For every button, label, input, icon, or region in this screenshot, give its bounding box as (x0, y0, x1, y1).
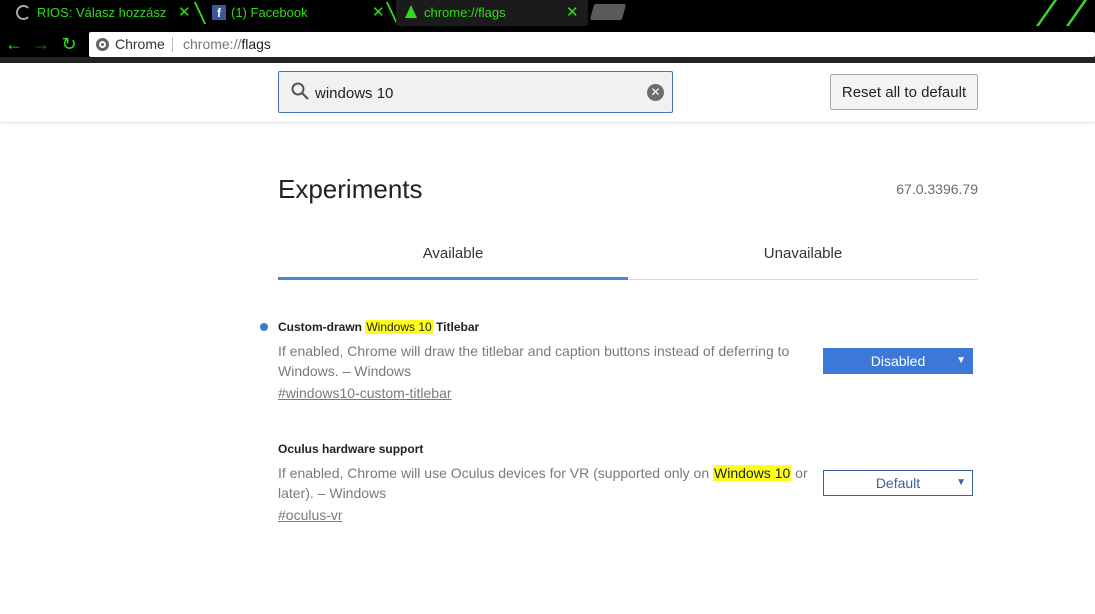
facebook-icon: f (212, 5, 226, 20)
decor-stripe (1035, 0, 1058, 26)
flag-item: Oculus hardware support If enabled, Chro… (278, 440, 978, 525)
clear-search-icon[interactable]: ✕ (647, 84, 664, 101)
dropdown-arrow-icon: ▼ (956, 477, 966, 488)
flag-permalink[interactable]: #windows10-custom-titlebar (278, 385, 452, 401)
close-icon[interactable]: ✕ (372, 3, 385, 21)
flag-permalink[interactable]: #oculus-vr (278, 507, 343, 523)
tab-rios[interactable]: RIOS: Válasz hozzászólás ✕ (0, 0, 200, 26)
flag-desc-pre: If enabled, Chrome will use Oculus devic… (278, 465, 713, 481)
omnibox[interactable]: Chrome chrome://flags (89, 32, 1095, 57)
flag-description: If enabled, Chrome will use Oculus devic… (278, 463, 808, 503)
omnibox-chip: Chrome (115, 36, 165, 52)
loading-spinner-icon (16, 5, 31, 20)
flag-select-value: Disabled (870, 353, 926, 369)
forward-arrow-icon[interactable]: → (31, 34, 51, 54)
modified-indicator (260, 323, 268, 331)
flag-select-value: Default (875, 475, 921, 491)
search-highlight: Windows 10 (713, 465, 792, 481)
reload-icon[interactable]: ↻ (59, 34, 79, 54)
tab-available[interactable]: Available (278, 232, 628, 280)
close-icon[interactable]: ✕ (566, 3, 579, 21)
flag-item: Custom-drawn Windows 10 Titlebar If enab… (260, 318, 978, 403)
search-box[interactable]: ✕ (278, 71, 673, 113)
page-title: Experiments (278, 174, 423, 204)
search-highlight: Windows 10 (365, 320, 433, 334)
flag-select[interactable]: Disabled ▼ (823, 348, 973, 374)
dropdown-arrow-icon: ▼ (956, 355, 966, 366)
url-text[interactable]: chrome://flags (183, 36, 271, 52)
url-scheme: chrome:// (183, 36, 242, 52)
flag-name-post: Titlebar (432, 320, 480, 334)
flag-name: Oculus hardware support (278, 442, 424, 456)
url-host: flags (241, 36, 271, 52)
flag-select[interactable]: Default ▼ (823, 470, 973, 496)
flag-name-pre: Custom-drawn (278, 320, 366, 334)
new-tab-button[interactable] (589, 4, 627, 20)
tab-title: RIOS: Válasz hozzászólás (37, 5, 167, 20)
flag-name: Custom-drawn Windows 10 Titlebar (278, 318, 978, 336)
chrome-icon (96, 38, 109, 51)
close-icon[interactable]: ✕ (178, 3, 191, 21)
flag-description: If enabled, Chrome will draw the titleba… (278, 343, 790, 379)
tab-title: chrome://flags (424, 5, 506, 20)
tab-flags[interactable]: chrome://flags ✕ (396, 0, 588, 26)
tab-unavailable[interactable]: Unavailable (628, 232, 978, 279)
omnibox-divider (172, 37, 173, 52)
search-input[interactable] (315, 82, 635, 104)
reset-all-button[interactable]: Reset all to default (830, 74, 978, 110)
flags-header: ✕ Reset all to default (0, 63, 1095, 123)
flags-tabs: Available Unavailable (278, 232, 978, 280)
tab-facebook[interactable]: f (1) Facebook ✕ (204, 0, 392, 26)
search-icon (291, 82, 309, 100)
back-arrow-icon[interactable]: ← (4, 34, 24, 54)
decor-stripe (1065, 0, 1088, 26)
version-label: 67.0.3396.79 (896, 181, 978, 197)
tab-strip: RIOS: Válasz hozzászólás ✕ f (1) Faceboo… (0, 0, 1095, 26)
tab-title: (1) Facebook (231, 5, 308, 20)
flask-icon (405, 5, 417, 18)
